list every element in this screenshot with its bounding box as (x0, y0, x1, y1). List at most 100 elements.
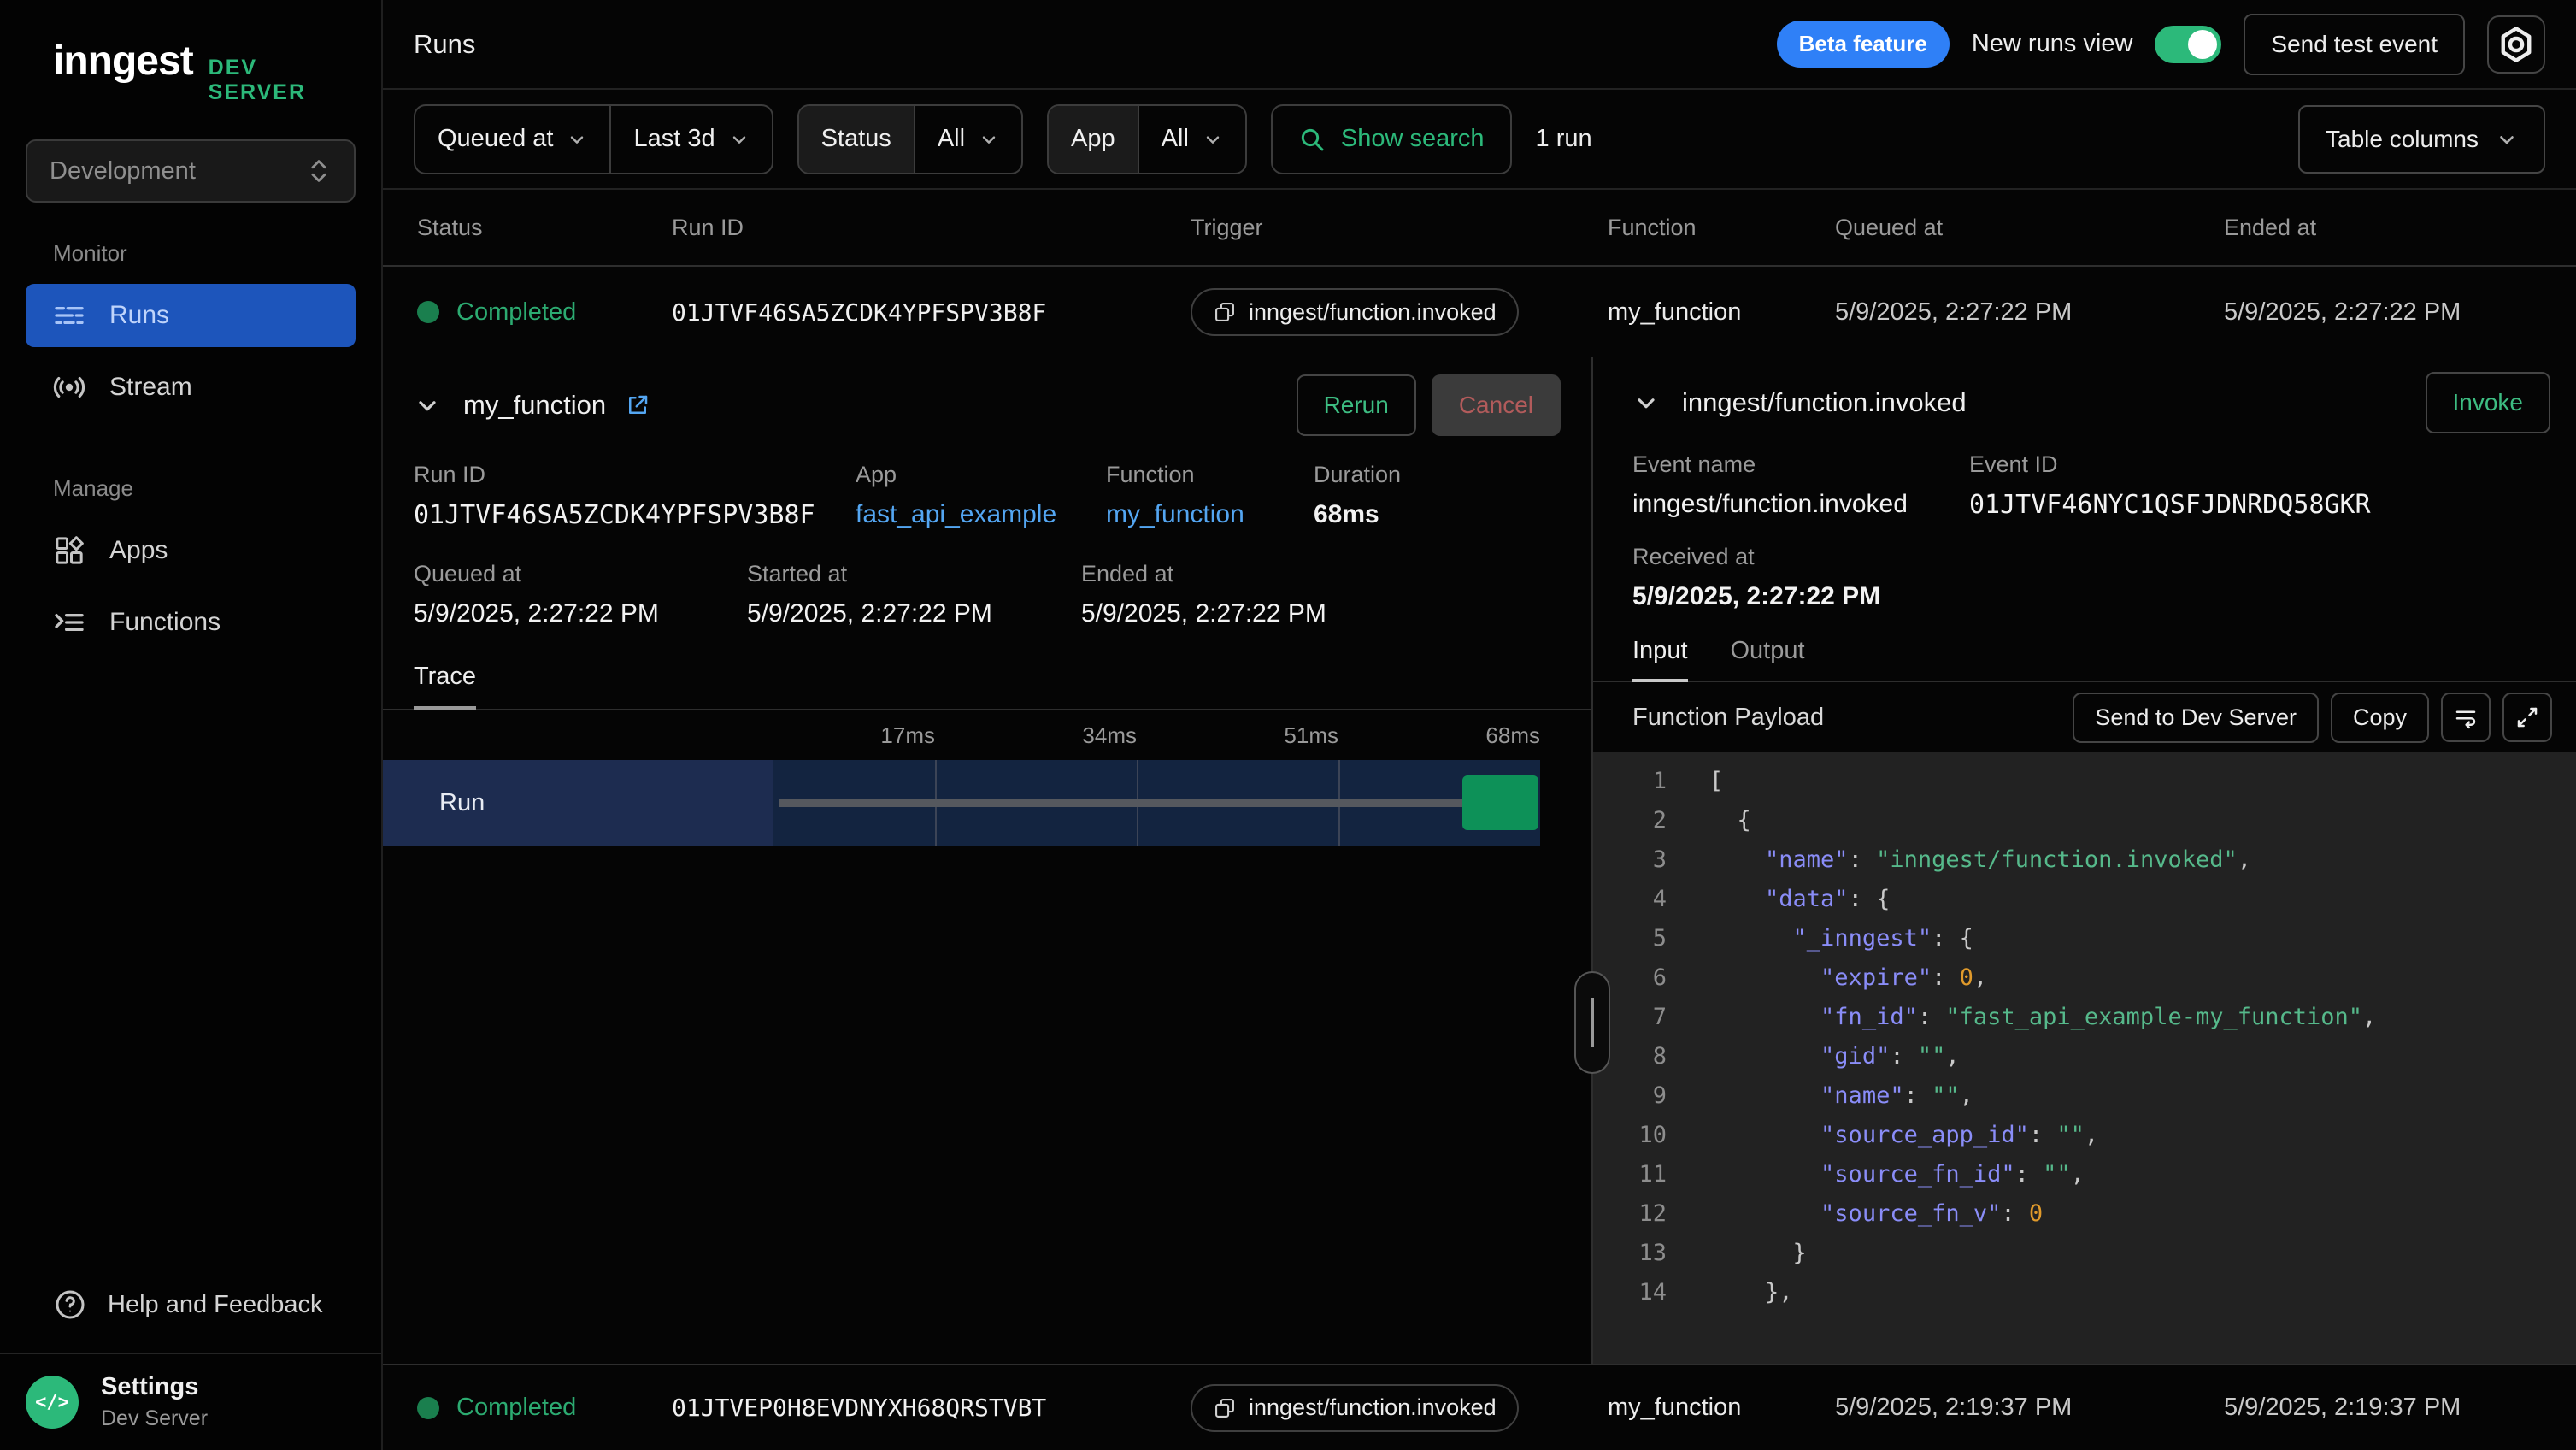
ended-at-value: 5/9/2025, 2:27:22 PM (1081, 599, 1326, 628)
help-and-feedback[interactable]: Help and Feedback (0, 1288, 381, 1322)
run-id: 01JTVF46SA5ZCDK4YPFSPV3B8F (672, 298, 1191, 327)
tick-51ms: 51ms (1284, 722, 1338, 749)
collapse-chevron-icon[interactable] (414, 392, 441, 419)
external-link-icon[interactable] (625, 392, 650, 418)
app-link[interactable]: fast_api_example (856, 500, 1106, 529)
trace-span-bar[interactable] (1462, 775, 1538, 830)
app-filter-value: All (1162, 125, 1189, 153)
duration-label: Duration (1314, 462, 1401, 488)
environment-select[interactable]: Development (26, 139, 356, 203)
trace-connector (779, 799, 1462, 807)
sidebar-item-runs[interactable]: Runs (26, 284, 356, 347)
col-status: Status (383, 215, 672, 241)
send-to-dev-server-button[interactable]: Send to Dev Server (2073, 693, 2319, 743)
trigger-pill[interactable]: inngest/function.invoked (1191, 1384, 1519, 1432)
environment-select-value: Development (50, 157, 196, 186)
run-count: 1 run (1536, 125, 1592, 153)
sidebar-item-label: Functions (109, 608, 221, 637)
panel-resize-handle[interactable] (1574, 971, 1610, 1074)
sidebar-item-label: Stream (109, 373, 192, 402)
duration-value: 68ms (1314, 500, 1401, 529)
settings-hex-icon[interactable] (2487, 15, 2545, 74)
word-wrap-icon[interactable] (2441, 693, 2491, 742)
payload-code[interactable]: 1[2 {3 "name": "inngest/function.invoked… (1593, 752, 2576, 1364)
tab-output[interactable]: Output (1731, 637, 1805, 681)
inngest-logo: inngest (53, 38, 193, 85)
show-search-button[interactable]: Show search (1271, 104, 1512, 174)
status-filter: Status All (797, 104, 1023, 174)
monitor-section-label: Monitor (0, 240, 381, 267)
cancel-button[interactable]: Cancel (1432, 374, 1561, 436)
tab-input[interactable]: Input (1632, 637, 1688, 682)
table-row[interactable]: Completed 01JTVF46SA5ZCDK4YPFSPV3B8F inn… (383, 267, 2576, 357)
function-link[interactable]: my_function (1106, 500, 1314, 529)
status-dot (417, 1397, 439, 1419)
dev-server-badge: DEV SERVER (209, 56, 328, 105)
status-dot (417, 301, 439, 323)
trace-run-label: Run (383, 760, 773, 846)
time-range-value: Last 3d (633, 125, 715, 153)
trigger-pill[interactable]: inngest/function.invoked (1191, 288, 1519, 336)
table-row[interactable]: Completed 01JTVEP0H8EVDNYXH68QRSTVBT inn… (383, 1364, 2576, 1450)
new-runs-view-toggle[interactable] (2155, 26, 2221, 63)
sidebar-item-functions[interactable]: Functions (26, 591, 356, 654)
invoke-button[interactable]: Invoke (2426, 372, 2551, 433)
sidebar-item-apps[interactable]: Apps (26, 519, 356, 582)
tick-34ms: 34ms (1082, 722, 1137, 749)
functions-icon (51, 604, 87, 640)
status-badge: Completed (456, 298, 576, 327)
time-field-dropdown[interactable]: Queued at (415, 106, 609, 173)
app-filter-dropdown[interactable]: All (1138, 106, 1245, 173)
tab-trace[interactable]: Trace (414, 663, 476, 710)
table-columns-label: Table columns (2326, 126, 2479, 153)
received-at-value: 5/9/2025, 2:27:22 PM (1632, 582, 2537, 611)
collapse-chevron-icon[interactable] (1632, 389, 1660, 416)
logo: inngest DEV SERVER (0, 0, 381, 105)
received-at-label: Received at (1632, 544, 2537, 570)
trace-run-row[interactable]: Run (383, 760, 1540, 846)
app-filter-label: App (1049, 106, 1138, 173)
expand-icon[interactable] (2502, 693, 2552, 742)
event-name-value: inngest/function.invoked (1632, 490, 1969, 519)
manage-section-label: Manage (0, 475, 381, 502)
col-function: Function (1608, 215, 1835, 241)
sidebar-item-label: Apps (109, 536, 168, 565)
trace-timeline: 17ms 34ms 51ms 68ms Run (383, 722, 1591, 846)
function-name: my_function (1608, 1394, 1835, 1422)
copy-icon (1213, 1396, 1237, 1420)
sidebar: inngest DEV SERVER Development Monitor (0, 0, 383, 1450)
send-test-event-button[interactable]: Send test event (2244, 14, 2465, 75)
chevron-down-icon (729, 129, 750, 150)
started-at-value: 5/9/2025, 2:27:22 PM (747, 599, 1081, 628)
settings-subtitle: Dev Server (101, 1406, 208, 1431)
copy-button[interactable]: Copy (2331, 693, 2429, 743)
chevron-down-icon (979, 129, 999, 150)
help-label: Help and Feedback (108, 1291, 323, 1319)
trigger-name: inngest/function.invoked (1249, 299, 1497, 326)
stream-icon (51, 369, 87, 405)
tick-17ms: 17ms (880, 722, 935, 749)
new-runs-view-label: New runs view (1972, 30, 2133, 58)
beta-feature-badge: Beta feature (1777, 21, 1950, 68)
run-id: 01JTVEP0H8EVDNYXH68QRSTVBT (672, 1394, 1191, 1422)
sidebar-item-stream[interactable]: Stream (26, 356, 356, 419)
run-id-label: Run ID (414, 462, 856, 488)
status-filter-dropdown[interactable]: All (914, 106, 1021, 173)
rerun-button[interactable]: Rerun (1297, 374, 1416, 436)
status-filter-value: All (938, 125, 965, 153)
col-queued-at: Queued at (1835, 215, 2224, 241)
time-range-dropdown[interactable]: Last 3d (609, 106, 771, 173)
started-at-label: Started at (747, 561, 1081, 587)
table-columns-button[interactable]: Table columns (2298, 105, 2545, 174)
event-name-label: Event name (1632, 451, 1969, 478)
event-id-label: Event ID (1969, 451, 2537, 478)
search-icon (1298, 126, 1326, 153)
event-detail-pane: inngest/function.invoked Invoke Event na… (1591, 357, 2576, 1364)
app-filter: App All (1047, 104, 1247, 174)
settings-footer[interactable]: </> Settings Dev Server (0, 1353, 381, 1450)
col-ended-at: Ended at (2224, 215, 2576, 241)
chevron-down-icon (2496, 128, 2518, 150)
runs-icon (51, 298, 87, 333)
payload-title: Function Payload (1632, 704, 1824, 732)
apps-icon (51, 533, 87, 569)
